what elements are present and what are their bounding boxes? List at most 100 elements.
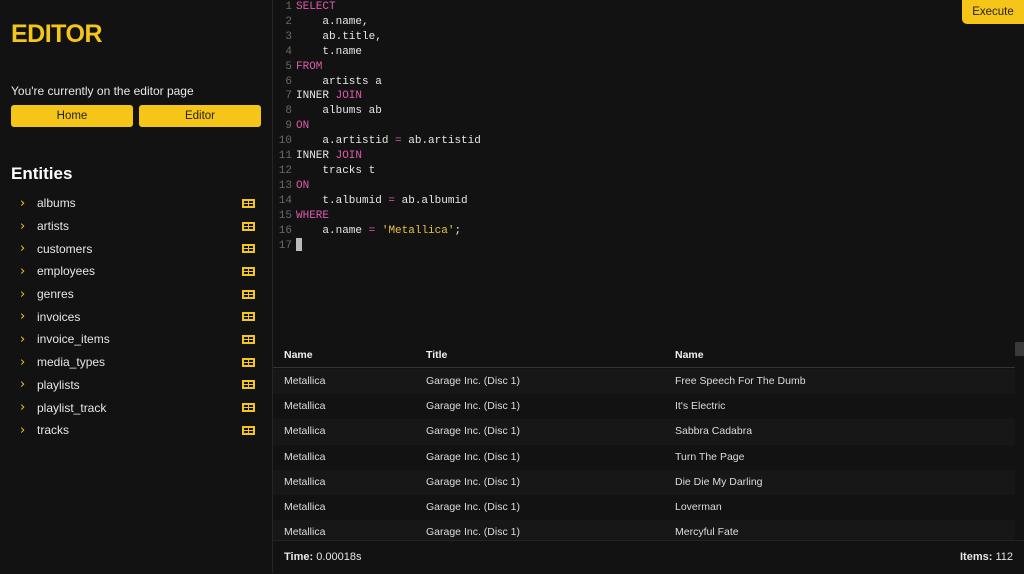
line-number: 17 [278, 239, 292, 252]
table-cell: Garage Inc. (Disc 1) [426, 450, 520, 463]
sql-editor[interactable]: 1 SELECT 2 a.name, 3 ab.title, 4 t.name 5 FROM… [273, 0, 1024, 340]
line-number: 15 [278, 209, 292, 222]
chevron-right-icon[interactable]: › [20, 264, 25, 279]
table-cell: Garage Inc. (Disc 1) [426, 475, 520, 488]
line-number: 1 [285, 1, 292, 13]
sidebar: EDITOR You're currently on the editor pa… [0, 0, 273, 573]
chevron-right-icon[interactable]: › [20, 287, 25, 302]
table-cell: Free Speech For The Dumb [675, 375, 806, 387]
code-token: artists a [296, 75, 382, 88]
table-cell: Metallica [284, 501, 326, 513]
time-value: 0.00018s [316, 551, 362, 563]
table-cell: Turn The Page [675, 450, 745, 463]
home-button[interactable]: Home [11, 105, 133, 127]
table-cell: Metallica [284, 375, 326, 387]
entity-label: tracks [37, 423, 70, 438]
entity-label: invoice_items [37, 332, 110, 347]
code-line: 14 t.albumid = ab.albumid [273, 194, 468, 209]
entity-label: media_types [37, 355, 106, 370]
entities-list: › albums › artists › customers › employees › genr… [0, 192, 272, 442]
code-token: ; [454, 224, 462, 237]
table-cell: Metallica [284, 450, 326, 463]
table-icon[interactable] [242, 403, 255, 413]
table-icon[interactable] [242, 244, 255, 254]
column-header[interactable]: Name [675, 343, 704, 368]
entity-label: customers [37, 241, 93, 256]
code-line: 9 ON [273, 119, 309, 134]
table-row[interactable]: Metallica Garage Inc. (Disc 1) Free Speech… [273, 369, 1015, 395]
code-token: t.name [296, 45, 363, 58]
table-icon[interactable] [242, 289, 255, 299]
column-header[interactable]: Title [426, 343, 447, 368]
table-icon[interactable] [242, 357, 255, 367]
results-table: Name Title Name Metallica Garage Inc. (Di… [273, 342, 1024, 540]
chevron-right-icon[interactable]: › [20, 241, 25, 256]
entity-item[interactable]: › tracks [0, 419, 272, 442]
code-token: ab.title, [296, 30, 382, 43]
table-icon[interactable] [242, 221, 255, 231]
items-value: 112 [995, 551, 1013, 563]
chevron-right-icon[interactable]: › [20, 332, 25, 347]
entity-item[interactable]: › invoice_items [0, 328, 272, 351]
entity-item[interactable]: › artists [0, 215, 272, 238]
code-token: t.albumid [296, 194, 389, 207]
chevron-right-icon[interactable]: › [20, 377, 25, 392]
line-number: 5 [285, 60, 292, 73]
entity-label: albums [37, 196, 76, 211]
entity-item[interactable]: › albums [0, 192, 272, 215]
page-info-text: You're currently on the editor page [11, 84, 194, 98]
code-line: 7 INNER JOIN [273, 89, 362, 104]
chevron-right-icon[interactable]: › [20, 196, 25, 211]
entity-label: genres [37, 287, 74, 302]
entity-item[interactable]: › invoices [0, 305, 272, 328]
code-line: 8 albums ab [273, 104, 381, 119]
code-token: ab.artistid [401, 135, 481, 148]
execute-button[interactable]: Execute [962, 0, 1024, 24]
entity-item[interactable]: › employees [0, 260, 272, 283]
editor-button[interactable]: Editor [139, 105, 261, 127]
code-line: 12 tracks t [273, 164, 375, 179]
code-token: a.artistid [296, 135, 396, 148]
chevron-right-icon[interactable]: › [20, 309, 25, 324]
code-token: ON [296, 179, 310, 192]
table-icon[interactable] [242, 425, 255, 435]
table-row[interactable]: Metallica Garage Inc. (Disc 1) It's Electr… [273, 394, 1015, 420]
line-number: 16 [278, 224, 292, 237]
table-cell: Loverman [675, 501, 722, 513]
table-icon[interactable] [242, 334, 255, 344]
table-icon[interactable] [242, 312, 255, 322]
code-line: 1 SELECT [273, 0, 335, 15]
table-icon[interactable] [242, 380, 255, 390]
chevron-right-icon[interactable]: › [20, 219, 25, 234]
code-line: 16 a.name = 'Metallica'; [273, 224, 461, 239]
table-row[interactable]: Metallica Garage Inc. (Disc 1) Mercyful Fa… [273, 520, 1015, 540]
line-number: 4 [285, 45, 292, 58]
table-row[interactable]: Metallica Garage Inc. (Disc 1) Die Die My … [273, 469, 1015, 495]
column-header[interactable]: Name [284, 343, 313, 368]
table-cell: Garage Inc. (Disc 1) [426, 400, 520, 413]
entity-item[interactable]: › playlist_track [0, 396, 272, 419]
scrollbar[interactable] [1015, 342, 1024, 356]
table-row[interactable]: Metallica Garage Inc. (Disc 1) Turn The Pa… [273, 444, 1015, 470]
table-row[interactable]: Metallica Garage Inc. (Disc 1) Sabbra Cada… [273, 419, 1015, 445]
table-cell: Metallica [284, 526, 326, 539]
table-cell: Metallica [284, 475, 326, 488]
entity-item[interactable]: › customers [0, 237, 272, 260]
table-icon[interactable] [242, 266, 255, 276]
chevron-right-icon[interactable]: › [20, 400, 25, 415]
chevron-right-icon[interactable]: › [20, 423, 25, 438]
code-token: = [395, 135, 402, 148]
entity-label: artists [37, 219, 70, 234]
line-number: 13 [278, 179, 292, 192]
line-number: 14 [278, 194, 292, 207]
table-cell: Mercyful Fate [675, 526, 739, 539]
table-row[interactable]: Metallica Garage Inc. (Disc 1) Loverman [273, 495, 1015, 521]
entity-label: invoices [37, 309, 81, 324]
table-cell: Garage Inc. (Disc 1) [426, 375, 520, 387]
entity-item[interactable]: › genres [0, 283, 272, 306]
table-icon[interactable] [242, 198, 255, 208]
entity-item[interactable]: › media_types [0, 351, 272, 374]
entity-item[interactable]: › playlists [0, 374, 272, 397]
code-line: 5 FROM [273, 60, 322, 75]
chevron-right-icon[interactable]: › [20, 355, 25, 370]
